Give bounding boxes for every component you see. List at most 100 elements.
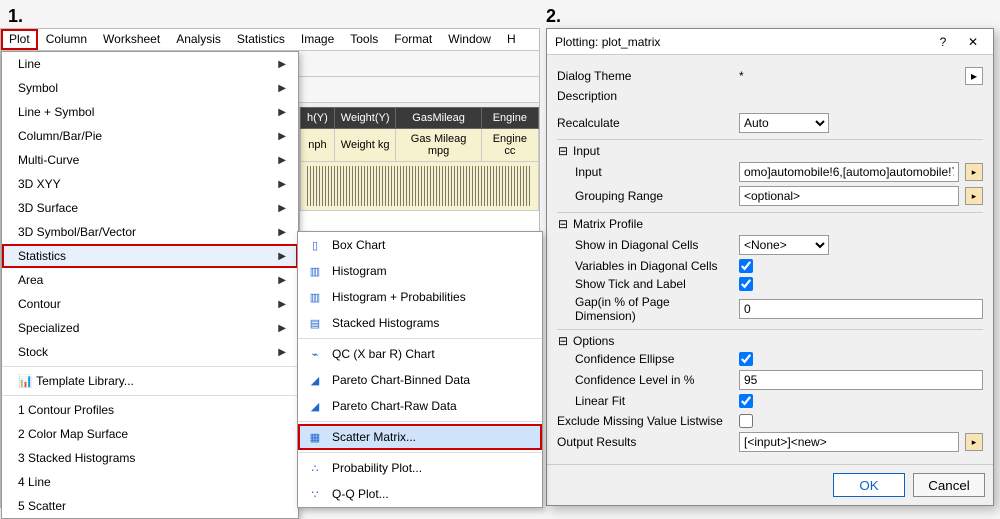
submenu-stacked-hist[interactable]: ▤Stacked Histograms (298, 310, 542, 336)
gap-label: Gap(in % of Page Dimension) (575, 295, 733, 323)
histogram-icon: ▥ (306, 263, 324, 279)
cancel-button[interactable]: Cancel (913, 473, 985, 497)
menu-item-area[interactable]: Area▶ (2, 268, 298, 292)
menubar: Plot Column Worksheet Analysis Statistic… (1, 29, 539, 51)
menu-item-specialized[interactable]: Specialized▶ (2, 316, 298, 340)
show-tick-label: Show Tick and Label (575, 277, 733, 291)
grouping-range-field[interactable] (739, 186, 959, 206)
submenu-probability-plot[interactable]: ∴Probability Plot... (298, 455, 542, 481)
menu-analysis[interactable]: Analysis (168, 29, 229, 50)
range-picker-button[interactable]: ▸ (965, 163, 983, 181)
menu-item-recent-1[interactable]: 1 Contour Profiles (2, 398, 298, 422)
menu-item-contour[interactable]: Contour▶ (2, 292, 298, 316)
menu-image[interactable]: Image (293, 29, 342, 50)
col-unit: Weight kg (334, 129, 396, 162)
col-header[interactable]: GasMileag (396, 108, 481, 129)
menu-statistics[interactable]: Statistics (229, 29, 293, 50)
col-header[interactable]: Engine (481, 108, 538, 129)
conf-level-label: Confidence Level in % (575, 373, 733, 387)
submenu-qc-chart[interactable]: ⌁QC (X bar R) Chart (298, 341, 542, 367)
pareto-icon: ◢ (306, 398, 324, 414)
recalculate-select[interactable]: Auto (739, 113, 829, 133)
plot-dropdown-menu: Line▶ Symbol▶ Line + Symbol▶ Column/Bar/… (1, 51, 299, 519)
menu-item-recent-2[interactable]: 2 Color Map Surface (2, 422, 298, 446)
menu-worksheet[interactable]: Worksheet (95, 29, 168, 50)
submenu-pareto-binned[interactable]: ◢Pareto Chart-Binned Data (298, 367, 542, 393)
show-diag-select[interactable]: <None> (739, 235, 829, 255)
col-unit: Gas Mileag mpg (396, 129, 481, 162)
menu-tools[interactable]: Tools (342, 29, 386, 50)
menu-item-template-library[interactable]: 📊 Template Library... (2, 369, 298, 393)
menu-item-recent-3[interactable]: 3 Stacked Histograms (2, 446, 298, 470)
chevron-right-icon: ▶ (278, 323, 286, 334)
input-group-label: Input (573, 144, 600, 158)
menu-item-statistics[interactable]: Statistics▶ (2, 244, 298, 268)
chevron-right-icon: ▶ (278, 59, 286, 70)
dialog-theme-value: * (739, 69, 959, 83)
statistics-submenu: ▯Box Chart ▥Histogram ▥Histogram + Proba… (297, 231, 543, 508)
boxchart-icon: ▯ (306, 237, 324, 253)
linear-fit-checkbox[interactable] (739, 394, 753, 408)
menu-item-3dsurface[interactable]: 3D Surface▶ (2, 196, 298, 220)
exclude-missing-checkbox[interactable] (739, 414, 753, 428)
chevron-right-icon: ▶ (278, 251, 286, 262)
col-unit: Engine cc (481, 129, 538, 162)
recalculate-label: Recalculate (557, 116, 733, 130)
range-picker-button[interactable]: ▸ (965, 187, 983, 205)
menu-column[interactable]: Column (38, 29, 95, 50)
collapse-toggle[interactable]: ⊟ (557, 334, 569, 348)
collapse-toggle[interactable]: ⊟ (557, 144, 569, 158)
description-label: Description (557, 89, 733, 103)
theme-menu-button[interactable]: ▸ (965, 67, 983, 85)
scatter-matrix-icon: ▦ (306, 429, 324, 445)
chevron-right-icon: ▶ (278, 155, 286, 166)
menu-plot[interactable]: Plot (1, 29, 38, 50)
col-header[interactable]: Weight(Y) (334, 108, 396, 129)
menu-item-recent-4[interactable]: 4 Line (2, 470, 298, 494)
submenu-box-chart[interactable]: ▯Box Chart (298, 232, 542, 258)
menu-item-line-symbol[interactable]: Line + Symbol▶ (2, 100, 298, 124)
menu-item-column-bar-pie[interactable]: Column/Bar/Pie▶ (2, 124, 298, 148)
collapse-toggle[interactable]: ⊟ (557, 217, 569, 231)
menu-help[interactable]: H (499, 29, 524, 50)
input-field[interactable] (739, 162, 959, 182)
menu-item-symbol[interactable]: Symbol▶ (2, 76, 298, 100)
submenu-histogram-prob[interactable]: ▥Histogram + Probabilities (298, 284, 542, 310)
submenu-pareto-raw[interactable]: ◢Pareto Chart-Raw Data (298, 393, 542, 419)
menu-item-line[interactable]: Line▶ (2, 52, 298, 76)
show-diag-label: Show in Diagonal Cells (575, 238, 733, 252)
menu-format[interactable]: Format (386, 29, 440, 50)
menu-window[interactable]: Window (440, 29, 499, 50)
show-tick-checkbox[interactable] (739, 277, 753, 291)
submenu-histogram[interactable]: ▥Histogram (298, 258, 542, 284)
chevron-right-icon: ▶ (278, 107, 286, 118)
chevron-right-icon: ▶ (278, 347, 286, 358)
pareto-icon: ◢ (306, 372, 324, 388)
chevron-right-icon: ▶ (278, 275, 286, 286)
vars-diag-checkbox[interactable] (739, 259, 753, 273)
menu-item-3dxyy[interactable]: 3D XYY▶ (2, 172, 298, 196)
chevron-right-icon: ▶ (278, 179, 286, 190)
chevron-right-icon: ▶ (278, 203, 286, 214)
col-unit: nph (301, 129, 335, 162)
col-header[interactable]: h(Y) (301, 108, 335, 129)
menu-item-3dsymbol[interactable]: 3D Symbol/Bar/Vector▶ (2, 220, 298, 244)
conf-ellipse-checkbox[interactable] (739, 352, 753, 366)
ok-button[interactable]: OK (833, 473, 905, 497)
output-results-field[interactable] (739, 432, 959, 452)
menu-item-multi-curve[interactable]: Multi-Curve▶ (2, 148, 298, 172)
submenu-scatter-matrix[interactable]: ▦Scatter Matrix... (298, 424, 542, 450)
qq-plot-icon: ∵ (306, 486, 324, 502)
conf-level-field[interactable] (739, 370, 983, 390)
menu-item-recent-5[interactable]: 5 Scatter (2, 494, 298, 518)
range-picker-button[interactable]: ▸ (965, 433, 983, 451)
submenu-qq-plot[interactable]: ∵Q-Q Plot... (298, 481, 542, 507)
menu-item-stock[interactable]: Stock▶ (2, 340, 298, 364)
sparkline-row (307, 166, 532, 206)
input-label: Input (575, 165, 733, 179)
help-button[interactable]: ? (931, 35, 955, 49)
close-button[interactable]: ✕ (961, 35, 985, 49)
gap-field[interactable] (739, 299, 983, 319)
options-group-label: Options (573, 334, 614, 348)
matrix-profile-group: ⊟Matrix Profile Show in Diagonal Cells <… (557, 212, 983, 323)
